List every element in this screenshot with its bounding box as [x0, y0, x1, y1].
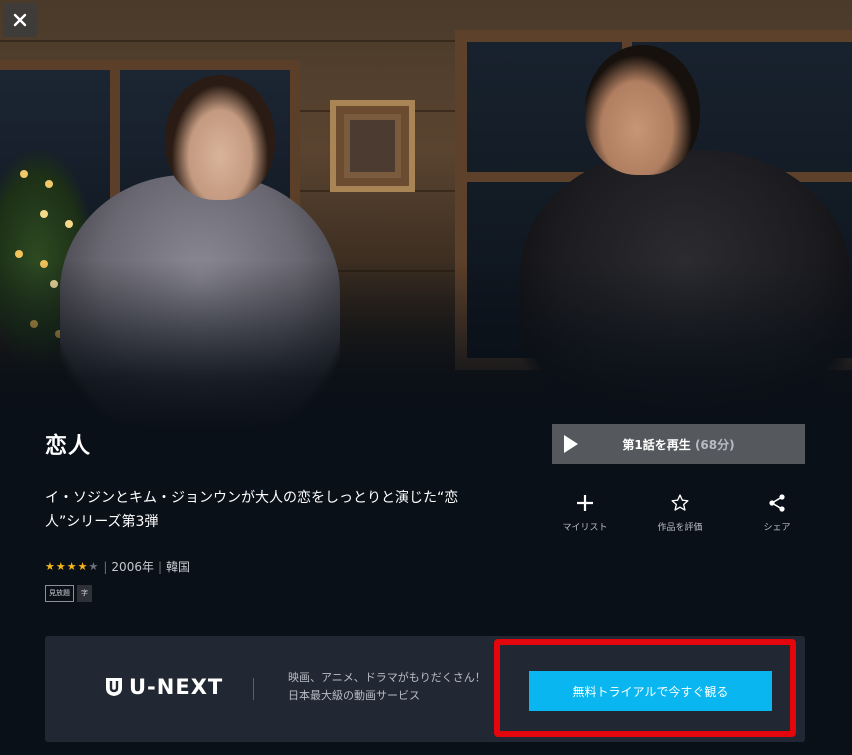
unext-shield-icon — [106, 678, 122, 696]
badges: 見放題 字 — [45, 585, 92, 602]
action-bar: マイリスト 作品を評価 シェア — [545, 492, 815, 537]
rate-label: 作品を評価 — [657, 523, 703, 533]
share-label: シェア — [763, 523, 791, 533]
star-icon: ★ — [66, 560, 78, 573]
star-icon: ★ — [88, 560, 100, 573]
star-outline-icon — [640, 492, 720, 514]
promo-line-2: 日本最大級の動画サービス — [288, 689, 420, 702]
country: 韓国 — [166, 560, 191, 574]
hero-image — [0, 0, 852, 430]
plus-icon — [545, 492, 625, 514]
year: 2006年 — [111, 560, 154, 574]
star-icon: ★ — [77, 560, 89, 573]
unext-logo: U-NEXT — [105, 675, 223, 699]
mylist-label: マイリスト — [562, 523, 608, 533]
divider — [253, 678, 254, 700]
meta-info: ★★★★★ | 2006年 | 韓国 — [45, 559, 191, 575]
star-icon: ★ — [45, 560, 56, 573]
free-trial-button[interactable]: 無料トライアルで今すぐ観る — [529, 671, 772, 711]
close-icon — [13, 13, 27, 27]
cta-highlight: 無料トライアルで今すぐ観る — [494, 639, 796, 737]
mylist-button[interactable]: マイリスト — [545, 492, 625, 533]
play-episode-button[interactable]: 第1話を再生 (68分) — [552, 424, 805, 464]
play-duration: (68分) — [694, 437, 735, 452]
subtitle-badge: 字 — [77, 585, 92, 602]
star-icon: ★ — [55, 560, 67, 573]
promo-text: 映画、アニメ、ドラマがもりだくさん！ 日本最大級の動画サービス — [288, 669, 486, 705]
description: イ・ソジンとキム・ジョンウンが大人の恋をしっとりと演じた“恋人”シリーズ第3弾 — [45, 490, 459, 530]
promo-banner: U-NEXT 映画、アニメ、ドラマがもりだくさん！ 日本最大級の動画サービス 無… — [45, 636, 805, 742]
play-label: 第1話を再生 (68分) — [552, 436, 805, 453]
picture-frame — [330, 100, 415, 192]
rate-button[interactable]: 作品を評価 — [640, 492, 720, 533]
share-button[interactable]: シェア — [737, 492, 817, 533]
man-head — [585, 45, 700, 175]
close-button[interactable] — [3, 3, 37, 37]
unext-logo-text: U-NEXT — [129, 675, 224, 699]
page-title: 恋人 — [45, 434, 92, 459]
rating-stars: ★★★★★ — [45, 560, 99, 573]
promo-line-1: 映画、アニメ、ドラマがもりだくさん！ — [288, 671, 486, 684]
play-label-text: 第1話を再生 — [622, 437, 691, 452]
woman-head — [165, 75, 275, 200]
unlimited-badge: 見放題 — [45, 585, 74, 602]
share-icon — [737, 492, 817, 514]
